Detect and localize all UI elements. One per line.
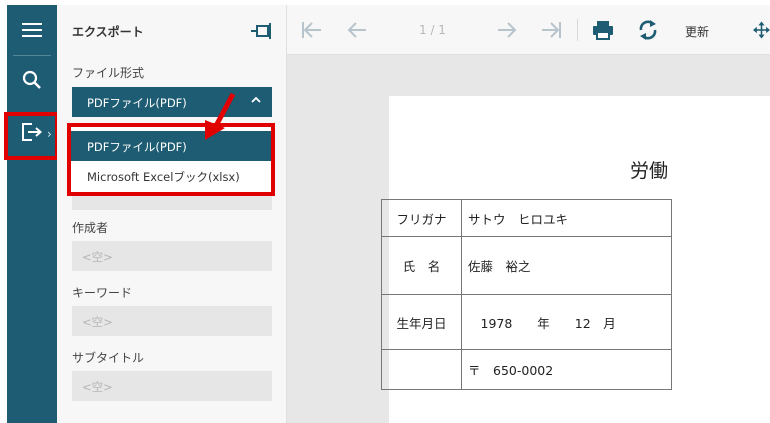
search-button[interactable]: [7, 57, 57, 103]
move-button[interactable]: [753, 18, 770, 42]
arrow-left-icon: [347, 22, 366, 38]
format-select-value: PDFファイル(PDF): [87, 96, 187, 110]
next-page-button[interactable]: [495, 18, 519, 42]
table-row: 氏 名 佐藤 裕之: [381, 236, 672, 295]
document-title: 労働: [630, 160, 669, 182]
keyword-label: キーワード: [72, 286, 133, 300]
table-row: 生年月日 1978 年 12 月: [381, 294, 672, 350]
rail-divider: [13, 55, 51, 56]
export-panel: エクスポート ファイル形式 PDFファイル(PDF) 作成者 <空> キーワード…: [57, 5, 287, 423]
arrow-right-icon: [498, 22, 517, 38]
table-cell-label: 生年月日: [381, 294, 462, 350]
toolbar-divider: [577, 19, 578, 41]
page-indicator: 1 / 1: [419, 23, 446, 37]
subtitle-field[interactable]: <空>: [72, 371, 272, 401]
print-button[interactable]: [591, 18, 615, 42]
subtitle-label: サブタイトル: [72, 351, 145, 365]
pin-button[interactable]: [251, 19, 275, 43]
refresh-label[interactable]: 更新: [685, 23, 709, 40]
last-page-icon: [542, 22, 561, 38]
table-row: フリガナ サトウ ヒロユキ: [381, 199, 672, 237]
pin-icon: [251, 23, 271, 39]
first-page-icon: [302, 22, 321, 38]
previous-page-button[interactable]: [345, 18, 369, 42]
viewer-toolbar: 1 / 1 更新: [287, 5, 770, 55]
reload-button[interactable]: [636, 18, 660, 42]
table-cell-label: フリガナ: [381, 199, 462, 237]
table-cell-value: 〒 650-0002: [461, 349, 672, 390]
author-field[interactable]: <空>: [72, 241, 272, 271]
hamburger-icon: [22, 23, 42, 37]
table-cell-value: 1978 年 12 月: [461, 294, 672, 350]
print-icon: [593, 21, 613, 40]
table-cell-label: 氏 名: [381, 236, 462, 295]
keyword-field[interactable]: <空>: [72, 306, 272, 336]
search-icon: [22, 70, 41, 89]
side-rail: ›: [4, 5, 59, 423]
document-table: フリガナ サトウ ヒロユキ 氏 名 佐藤 裕之 生年月日 1978 年 12 月…: [381, 199, 672, 390]
last-page-button[interactable]: [539, 18, 563, 42]
annotation-arrow: [205, 92, 236, 140]
author-label: 作成者: [72, 221, 109, 235]
panel-title: エクスポート: [72, 25, 144, 39]
format-label: ファイル形式: [72, 66, 145, 80]
table-cell-value: サトウ ヒロユキ: [461, 199, 672, 237]
format-option-xlsx[interactable]: Microsoft Excelブック(xlsx): [71, 161, 271, 191]
refresh-icon: [639, 20, 657, 40]
table-cell-value: 佐藤 裕之: [461, 236, 672, 295]
table-row: 〒 650-0002: [381, 349, 672, 390]
table-cell-label: [381, 349, 462, 390]
menu-button[interactable]: [7, 7, 57, 53]
export-highlight-box: [4, 112, 59, 160]
chevron-up-icon: [251, 96, 261, 103]
move-icon: [753, 21, 770, 39]
document-viewer: 労働 フリガナ サトウ ヒロユキ 氏 名 佐藤 裕之 生年月日 1978 年 1…: [287, 55, 770, 423]
first-page-button[interactable]: [300, 18, 324, 42]
